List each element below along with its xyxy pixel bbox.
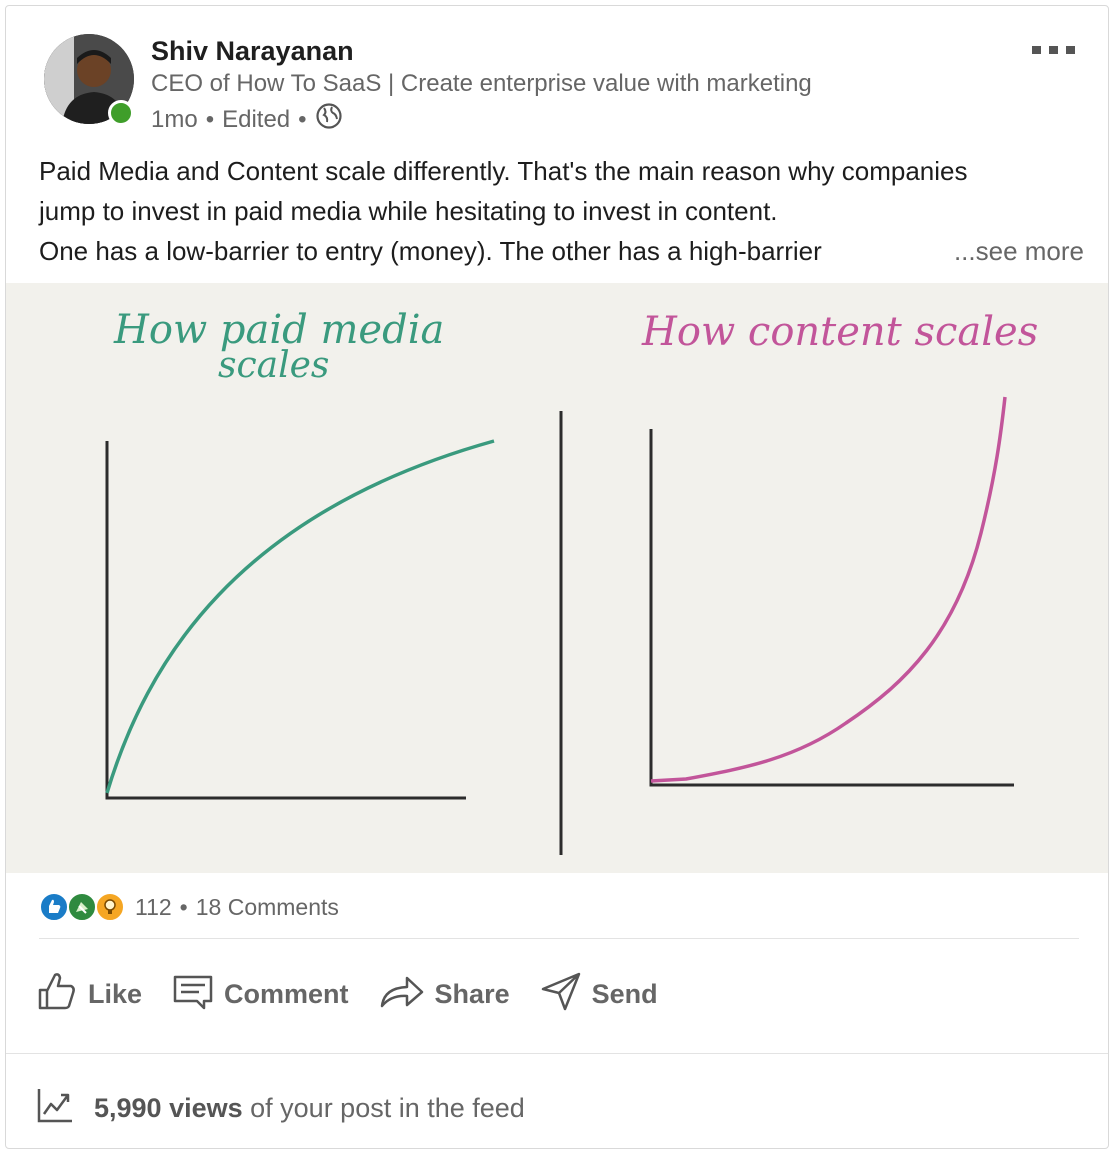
insightful-reaction-icon: [95, 892, 125, 922]
see-more-link[interactable]: ...see more: [945, 231, 1084, 271]
comment-label: Comment: [224, 979, 349, 1009]
comments-count[interactable]: 18 Comments: [196, 894, 339, 921]
post-card: Shiv Narayanan CEO of How To SaaS | Crea…: [5, 5, 1109, 1149]
send-button[interactable]: Send: [540, 970, 658, 1019]
like-label: Like: [88, 979, 143, 1009]
post-text-line: jump to invest in paid media while hesit…: [39, 196, 778, 226]
like-button[interactable]: Like: [36, 970, 142, 1019]
globe-icon: [315, 102, 343, 137]
post-views[interactable]: 5,990 views of your post in the feed: [36, 1086, 525, 1131]
right-image-title: How content scales: [641, 309, 1038, 355]
share-icon: [379, 970, 425, 1019]
stats-separator: •: [179, 893, 188, 920]
like-reaction-icon: [39, 892, 69, 922]
post-text-line: One has a low-barrier to entry (money). …: [39, 236, 822, 266]
author-name[interactable]: Shiv Narayanan: [151, 36, 354, 67]
views-text: 5,990 views of your post in the feed: [94, 1093, 525, 1124]
post-image[interactable]: How paid media scales How content scales: [6, 283, 1108, 873]
left-chart-curve: [105, 439, 495, 794]
analytics-chart-icon: [36, 1086, 74, 1131]
post-text-line: Paid Media and Content scale differently…: [39, 156, 968, 186]
views-suffix: of your post in the feed: [250, 1093, 525, 1123]
post-text: Paid Media and Content scale differently…: [39, 151, 1084, 271]
author-headline: CEO of How To SaaS | Create enterprise v…: [151, 70, 812, 97]
share-label: Share: [434, 979, 510, 1009]
meta-separator: •: [205, 105, 215, 133]
send-label: Send: [591, 979, 658, 1009]
edited-label: Edited: [222, 105, 291, 133]
social-counts[interactable]: 112 • 18 Comments: [39, 892, 339, 922]
right-chart-curve: [650, 396, 1007, 783]
comment-icon: [172, 970, 214, 1019]
share-button[interactable]: Share: [379, 970, 510, 1019]
celebrate-reaction-icon: [67, 892, 97, 922]
send-icon: [540, 970, 582, 1019]
online-status-indicator: [108, 100, 134, 126]
post-meta: 1mo • Edited •: [151, 102, 343, 137]
divider: [39, 938, 1079, 939]
more-options-icon[interactable]: [1032, 42, 1076, 56]
left-image-title-line2: scales: [218, 345, 329, 386]
divider: [6, 1053, 1108, 1054]
meta-separator: •: [298, 105, 307, 133]
views-count: 5,990 views: [94, 1093, 243, 1123]
thumbs-up-icon: [36, 970, 78, 1019]
comment-button[interactable]: Comment: [172, 970, 349, 1019]
left-chart-axes: [105, 441, 466, 800]
action-bar: Like Comment Share Send: [36, 970, 658, 1019]
reactions-count[interactable]: 112: [135, 894, 172, 921]
post-time: 1mo: [151, 105, 198, 133]
